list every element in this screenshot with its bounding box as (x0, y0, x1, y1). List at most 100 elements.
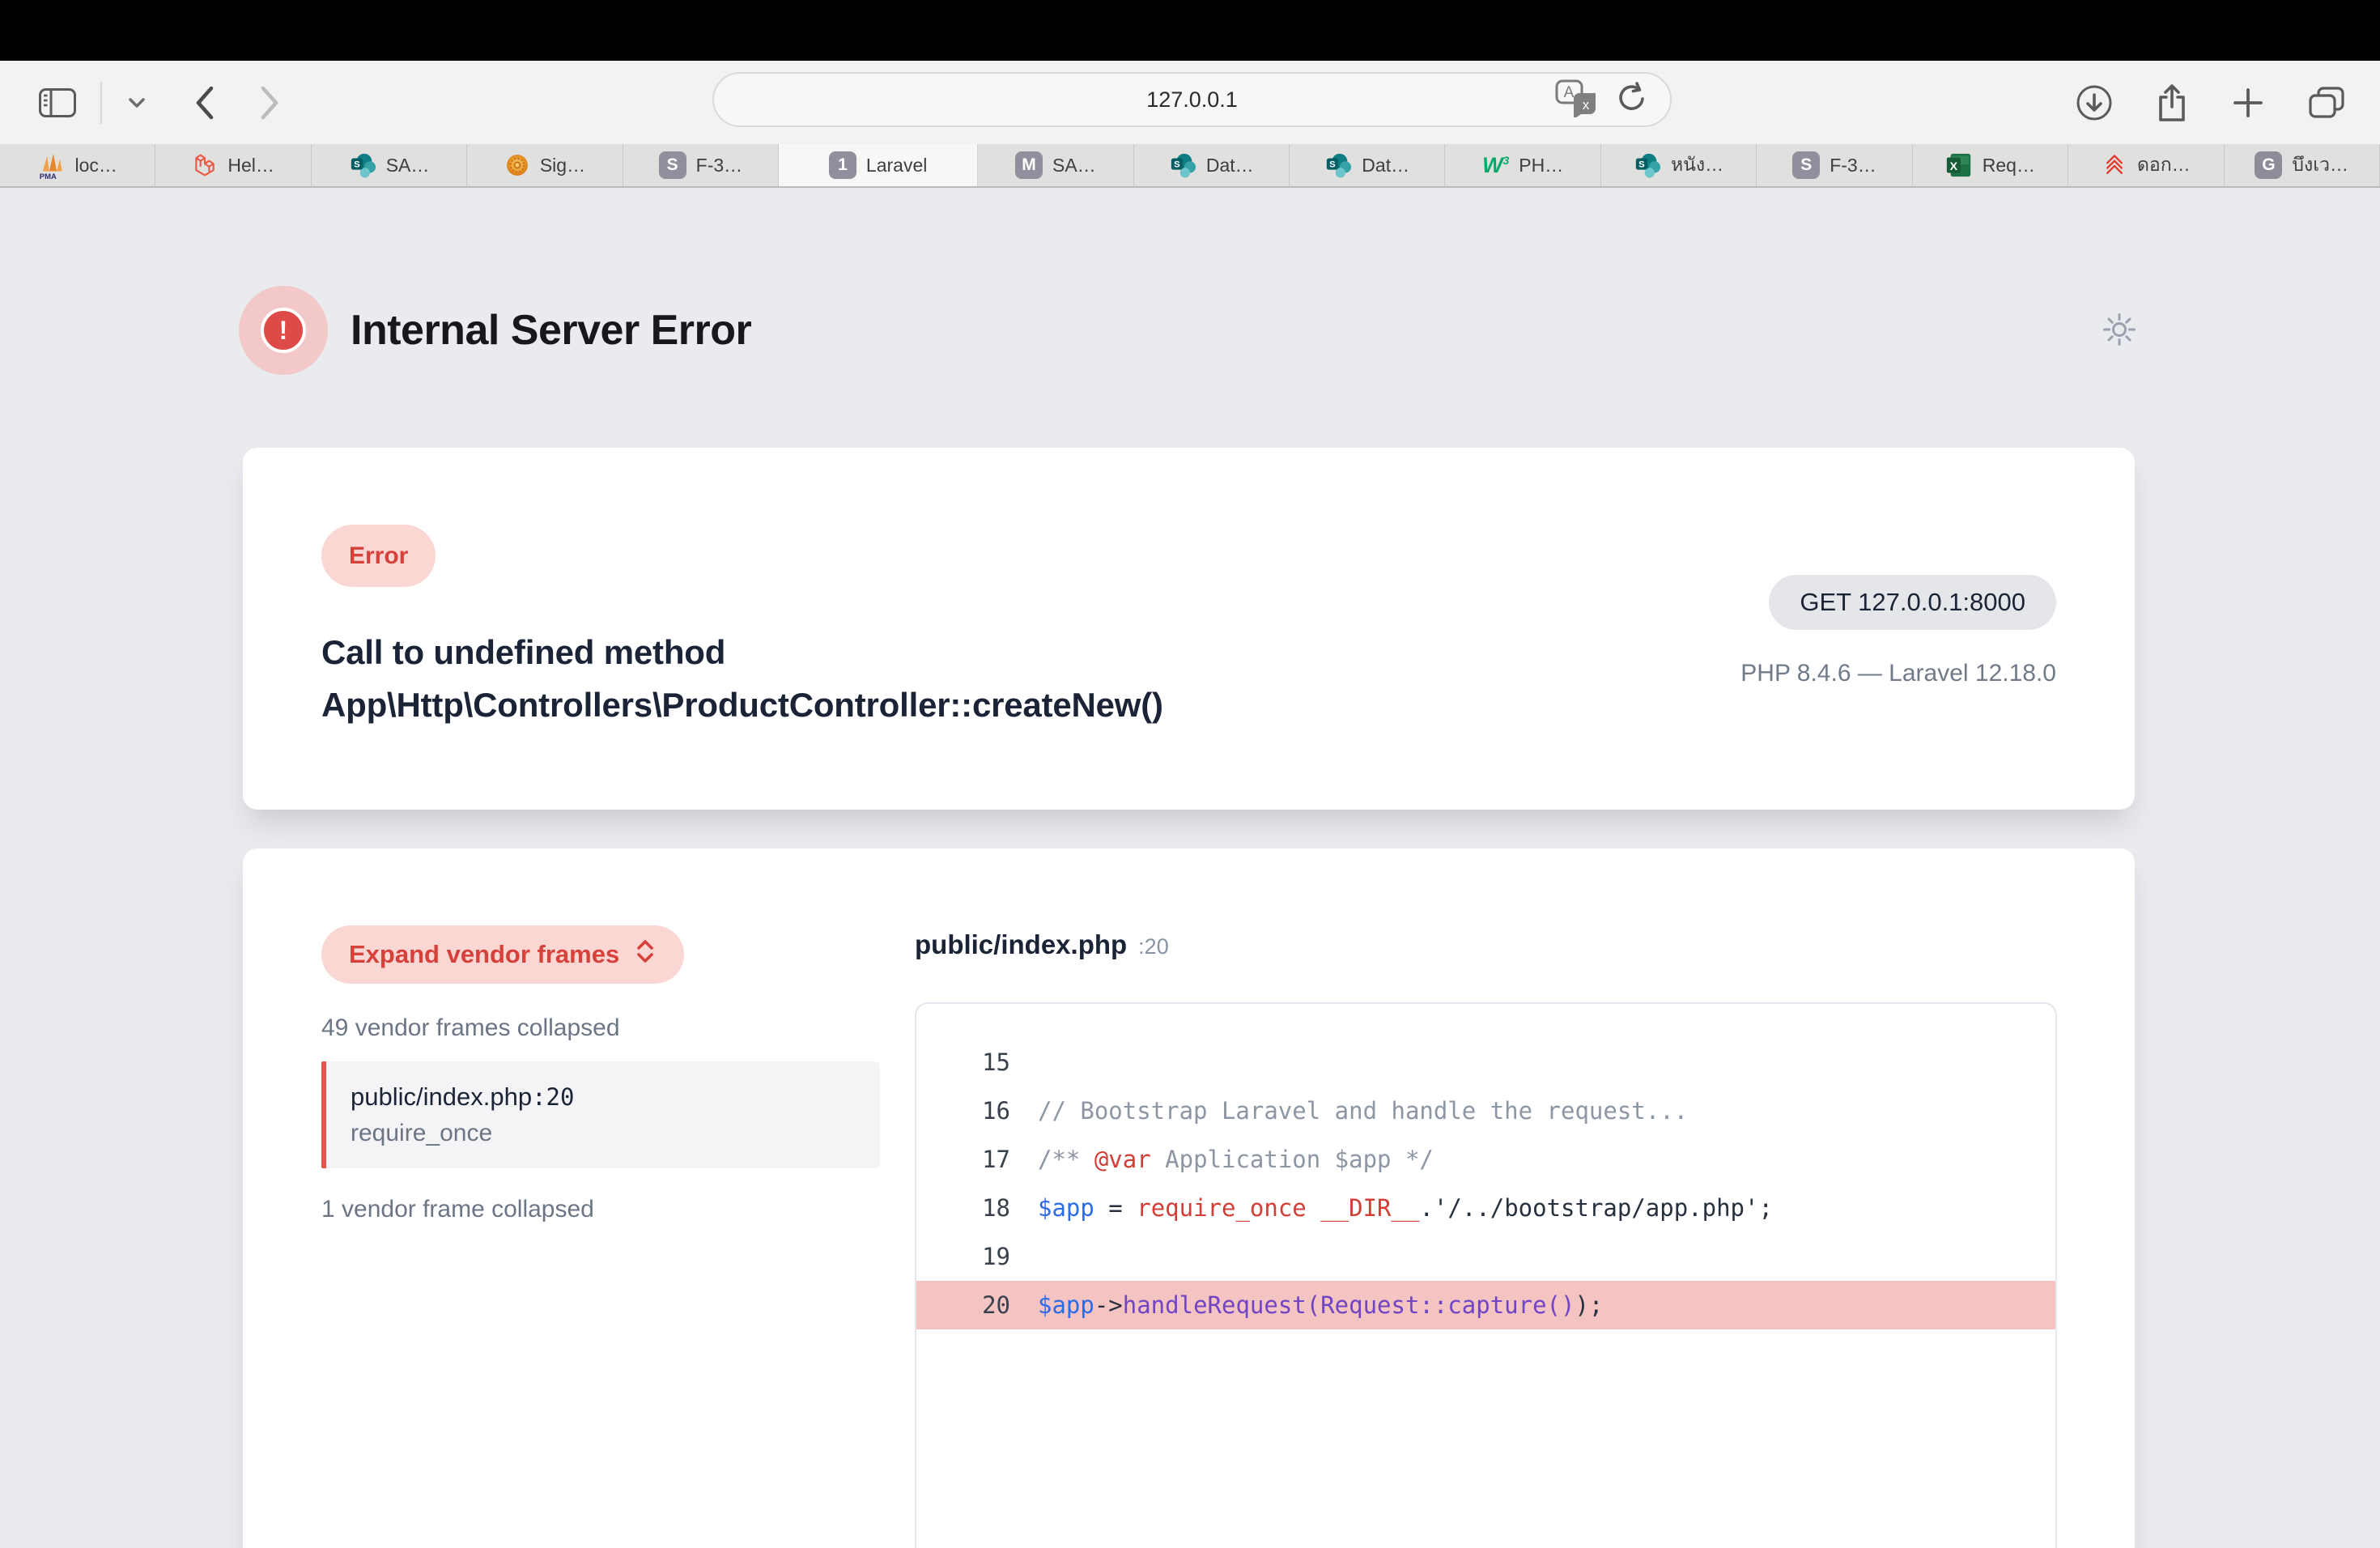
code-snippet-panel[interactable]: 1516 // Bootstrap Laravel and handle the … (915, 1002, 2057, 1548)
svg-text:X: X (1949, 160, 1957, 173)
letter-M-tile-favicon: M (1015, 151, 1043, 179)
exception-card: Error Call to undefined method App\Http\… (243, 448, 2135, 810)
code-file-name: public/index.php (915, 929, 1127, 960)
expand-vendor-frames-label: Expand vendor frames (349, 940, 619, 969)
code-file-header: public/index.php :20 (915, 929, 2057, 960)
tab-14[interactable]: G บึงเว… (2225, 144, 2380, 186)
tab-label: ดอก… (2137, 151, 2191, 180)
code-line: 17 /** @var Application $app */ (916, 1135, 2055, 1184)
tab-label: Hel… (227, 155, 274, 176)
tab-11[interactable]: S F-3… (1757, 144, 1912, 186)
svg-text:S: S (1174, 160, 1180, 170)
highlighted-code-line: 20 $app->handleRequest(Request::capture()… (916, 1281, 2055, 1329)
tab-1[interactable]: Hel… (155, 144, 311, 186)
layers-favicon (2102, 152, 2127, 178)
unfold-chevrons-icon (634, 937, 657, 972)
svg-text:S: S (1638, 160, 1645, 170)
tab-label: หนัง… (1671, 151, 1723, 180)
macos-menubar (0, 0, 2380, 61)
tab-7[interactable]: SDat… (1134, 144, 1290, 186)
sharepoint-favicon: S (1634, 151, 1661, 179)
code-lines: 1516 // Bootstrap Laravel and handle the … (916, 1038, 2055, 1329)
browser-toolbar: 127.0.0.1 Ax (0, 61, 2380, 144)
svg-text:A: A (1564, 84, 1575, 101)
code-line: 16 // Bootstrap Laravel and handle the re… (916, 1087, 2055, 1135)
letter-S-tile-favicon: S (1792, 151, 1820, 179)
code-text: // Bootstrap Laravel and handle the requ… (1038, 1087, 1688, 1135)
exception-message: Call to undefined method App\Http\Contro… (321, 626, 1163, 731)
tab-2[interactable]: S SA… (312, 144, 467, 186)
sharepoint-favicon: S (1169, 151, 1196, 179)
reload-icon[interactable] (1615, 79, 1649, 121)
page-header: ! Internal Server Error (239, 286, 2141, 375)
translate-icon[interactable]: Ax (1555, 79, 1602, 121)
tab-overview-icon[interactable] (2307, 85, 2346, 121)
svg-text:S: S (354, 160, 360, 170)
url-text: 127.0.0.1 (1146, 87, 1238, 113)
new-tab-icon[interactable] (2231, 86, 2265, 120)
address-bar[interactable]: 127.0.0.1 Ax (712, 72, 1672, 127)
line-number: 16 (916, 1087, 1010, 1135)
line-number: 20 (916, 1281, 1010, 1329)
tab-12[interactable]: X Req… (1913, 144, 2068, 186)
line-number: 15 (916, 1038, 1010, 1087)
vendor-frames-collapsed-bottom: 1 vendor frame collapsed (321, 1196, 880, 1223)
request-method-badge: GET 127.0.0.1:8000 (1769, 575, 2056, 630)
tab-label: บึงเว… (2292, 151, 2348, 180)
code-text: $app = require_once __DIR__.'/../bootstr… (1038, 1184, 1773, 1232)
sidebar-toggle-icon[interactable] (39, 88, 76, 117)
share-icon[interactable] (2155, 83, 2189, 123)
code-line: 19 (916, 1232, 2055, 1281)
svg-text:PMA: PMA (39, 172, 56, 180)
code-text: $app->handleRequest(Request::capture()); (1038, 1281, 1603, 1329)
code-line-reference: :20 (1138, 934, 1169, 959)
stack-trace-card: Expand vendor frames 49 vendor frames co… (243, 848, 2135, 1548)
tab-3[interactable]: Sig… (467, 144, 623, 186)
w3schools-favicon: W3 (1482, 153, 1509, 178)
stack-frame-file: public/index.php:20 (351, 1082, 856, 1112)
forward-icon[interactable] (259, 85, 282, 121)
stack-frame-item[interactable]: public/index.php:20 require_once (321, 1061, 880, 1168)
tab-label: Req… (1983, 155, 2035, 176)
code-column: public/index.php :20 1516 // Bootstrap La… (915, 848, 2057, 1548)
downloads-icon[interactable] (2076, 84, 2113, 121)
expand-vendor-frames-button[interactable]: Expand vendor frames (321, 925, 684, 984)
svg-text:S: S (1329, 160, 1336, 170)
exception-message-line1: Call to undefined method (321, 633, 725, 671)
tab-active-laravel[interactable]: 1Laravel (779, 144, 978, 186)
phpmyadmin-favicon: PMA (38, 151, 66, 180)
line-number: 18 (916, 1184, 1010, 1232)
tab-0[interactable]: PMA loc… (0, 144, 155, 186)
ornament-favicon (504, 152, 530, 178)
php-laravel-versions: PHP 8.4.6 — Laravel 12.18.0 (1740, 660, 2056, 687)
exception-message-line2: App\Http\Controllers\ProductController::… (321, 686, 1163, 724)
tab-label: loc… (75, 155, 117, 176)
tab-label: Dat… (1362, 155, 1409, 176)
stack-trace-column: Expand vendor frames 49 vendor frames co… (321, 848, 880, 1223)
theme-toggle-sun-icon[interactable] (2102, 313, 2136, 349)
tab-6[interactable]: MSA… (978, 144, 1133, 186)
tab-8[interactable]: S Dat… (1290, 144, 1445, 186)
tab-13[interactable]: ดอก… (2068, 144, 2224, 186)
letter-G-tile-favicon: G (2255, 151, 2282, 179)
tab-9[interactable]: W3PH… (1445, 144, 1600, 186)
tab-10[interactable]: S หนัง… (1601, 144, 1757, 186)
stack-frame-method: require_once (351, 1120, 856, 1147)
line-number: 17 (916, 1135, 1010, 1184)
code-text: /** @var Application $app */ (1038, 1135, 1434, 1184)
tab-strip: PMAloc…Hel…SSA…Sig…SF-3…1LaravelMSA…SDat… (0, 144, 2380, 188)
sharepoint-favicon: S (1324, 151, 1352, 179)
sidebar-chevron-down-icon[interactable] (126, 96, 147, 110)
sharepoint-favicon: S (349, 151, 376, 179)
exception-class-badge: Error (321, 525, 436, 587)
svg-text:x: x (1583, 97, 1590, 113)
code-line: 15 (916, 1038, 2055, 1087)
tab-4[interactable]: SF-3… (623, 144, 779, 186)
tab-label: SA… (386, 155, 430, 176)
tab-label: Laravel (866, 155, 927, 176)
excel-favicon: X (1945, 151, 1973, 179)
tab-label: F-3… (1830, 155, 1876, 176)
back-icon[interactable] (193, 85, 215, 121)
page-title: Internal Server Error (351, 306, 751, 355)
vendor-frames-collapsed-top: 49 vendor frames collapsed (321, 1014, 880, 1042)
